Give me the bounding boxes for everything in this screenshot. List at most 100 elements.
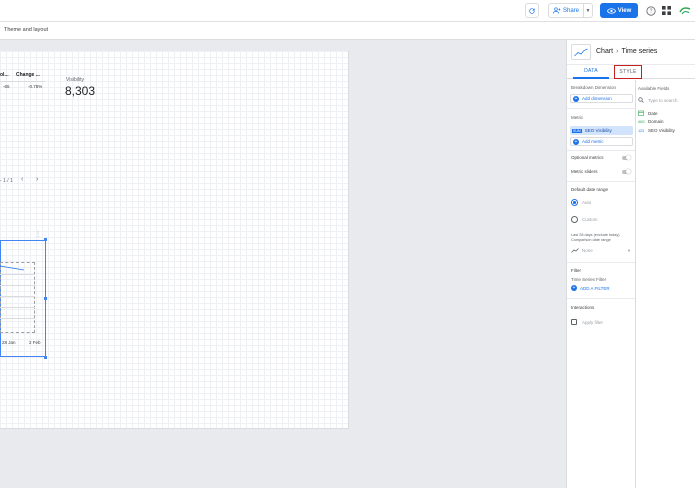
gridline	[0, 318, 35, 319]
breadcrumb-chart-type: Time series	[621, 48, 658, 55]
search-icon	[638, 97, 644, 103]
metric-sliders-label: Metric sliders	[571, 169, 598, 174]
breakdown-dimension-title: Breakdown Dimension	[571, 85, 617, 90]
table-header-cell[interactable]: ol...	[0, 72, 9, 78]
time-series-filter-label: Time Series Filter	[571, 277, 607, 282]
add-filter-label: ADD A FILTER	[580, 285, 610, 291]
report-canvas[interactable]	[0, 51, 349, 429]
tab-style[interactable]: STYLE	[614, 65, 642, 79]
timeseries-chart-icon	[574, 48, 588, 56]
number-type-icon: 123	[638, 128, 644, 133]
resize-handle[interactable]	[44, 356, 47, 359]
table-cell: -65	[3, 84, 10, 89]
add-person-icon	[552, 7, 561, 14]
auto-date-label: Auto	[582, 200, 592, 205]
metric-chip-label: SEO Visibility	[584, 128, 612, 133]
refresh-icon	[529, 7, 535, 14]
x-tick-label: 2 Feb	[29, 340, 41, 345]
custom-date-label: Custom	[582, 217, 598, 222]
prev-page-icon[interactable]: ‹	[21, 176, 23, 183]
account-avatar[interactable]	[678, 4, 691, 17]
section-divider	[567, 150, 635, 151]
metric-title: Metric	[571, 115, 584, 120]
scorecard-label: Visibility	[66, 77, 84, 83]
field-name: Date	[648, 110, 658, 116]
trend-icon	[571, 248, 579, 253]
panel-tabs: DATA STYLE	[567, 65, 695, 79]
add-dimension-label: Add dimension	[582, 96, 612, 101]
metric-chip-seo-visibility[interactable]: SUM SEO Visibility	[570, 126, 633, 135]
gridline	[0, 285, 35, 286]
default-date-range-title: Default date range	[571, 187, 609, 192]
date-range-note: Last 28 days (exclude today)	[571, 233, 620, 237]
caret-down-icon: ▼	[627, 248, 631, 253]
share-label: Share	[562, 7, 579, 14]
section-divider	[567, 262, 635, 263]
resize-handle[interactable]	[44, 297, 47, 300]
add-filter-button[interactable]: + ADD A FILTER	[571, 285, 610, 291]
available-fields-title: Available Fields	[638, 86, 670, 91]
plus-icon: +	[571, 285, 577, 291]
report-subtoolbar: Theme and layout	[0, 22, 695, 40]
chart-breadcrumb: Chart › Time series	[596, 48, 657, 55]
auto-date-radio[interactable]	[571, 199, 578, 206]
avatar-logo-icon	[678, 6, 690, 14]
search-placeholder: Type to search	[648, 97, 678, 103]
filter-title: Filter	[571, 268, 581, 273]
toggle-knob	[626, 154, 631, 160]
svg-text:?: ?	[649, 8, 652, 14]
toggle-knob	[626, 168, 631, 174]
plus-icon: +	[573, 95, 579, 102]
panel-column-divider	[635, 80, 636, 488]
optional-metrics-label: Optional metrics	[571, 155, 604, 160]
eye-icon	[606, 7, 616, 14]
section-divider	[567, 298, 635, 299]
x-tick-label: 28 Jan	[2, 340, 16, 345]
comparison-date-range-title: Comparison date range	[571, 238, 611, 242]
add-dimension-button[interactable]: + Add dimension	[570, 94, 633, 103]
text-type-icon: ABC	[638, 119, 646, 124]
apply-filter-label: Apply filter	[582, 320, 604, 325]
view-button[interactable]: View	[600, 3, 638, 18]
share-dropdown-button[interactable]: ▼	[584, 3, 593, 18]
table-header-cell[interactable]: Change ...	[16, 72, 40, 78]
gridline	[0, 307, 35, 308]
help-icon[interactable]: ?	[644, 4, 657, 17]
field-item-domain[interactable]: ABC Domain	[638, 119, 664, 124]
field-item-date[interactable]: Date	[638, 110, 658, 116]
section-divider	[567, 181, 635, 182]
apply-filter-checkbox[interactable]	[571, 319, 577, 325]
apps-grid-icon[interactable]	[660, 4, 673, 17]
interactions-title: Interactions	[571, 305, 595, 310]
breadcrumb-chart: Chart	[596, 48, 614, 55]
plus-icon: +	[573, 138, 579, 145]
tab-data[interactable]: DATA	[573, 65, 609, 79]
panel-header: Chart › Time series	[567, 40, 695, 65]
theme-and-layout-button[interactable]: Theme and layout	[4, 27, 48, 33]
custom-date-radio[interactable]	[571, 216, 578, 223]
add-metric-button[interactable]: + Add metric	[570, 137, 633, 146]
comparison-value: None	[582, 248, 593, 253]
optional-metrics-toggle[interactable]	[622, 154, 631, 160]
view-label: View	[617, 7, 632, 14]
chart-type-selector[interactable]	[571, 44, 591, 60]
caret-down-icon: ▼	[585, 7, 591, 14]
properties-panel: Chart › Time series DATA STYLE Breakdown D…	[566, 40, 695, 488]
field-name: Domain	[648, 119, 664, 124]
refresh-button[interactable]	[525, 3, 539, 18]
comparison-date-select[interactable]: None ▼	[571, 246, 631, 255]
next-page-icon[interactable]: ›	[36, 176, 38, 183]
field-name: SEO Visibility	[648, 128, 675, 133]
field-search-input[interactable]: Type to search	[638, 96, 695, 104]
gridline	[0, 296, 35, 297]
aggregation-tag: SUM	[572, 128, 582, 133]
share-button[interactable]: Share	[548, 3, 584, 18]
resize-handle[interactable]	[44, 238, 47, 241]
chart-menu-icon[interactable]: ⋮	[35, 231, 41, 238]
scorecard-value: 8,303	[65, 84, 96, 98]
series-line	[0, 265, 25, 271]
table-divider	[0, 81, 45, 82]
top-toolbar: Share ▼ View ?	[0, 0, 695, 22]
field-item-seo-visibility[interactable]: 123 SEO Visibility	[638, 128, 675, 133]
metric-sliders-toggle[interactable]	[622, 168, 631, 174]
